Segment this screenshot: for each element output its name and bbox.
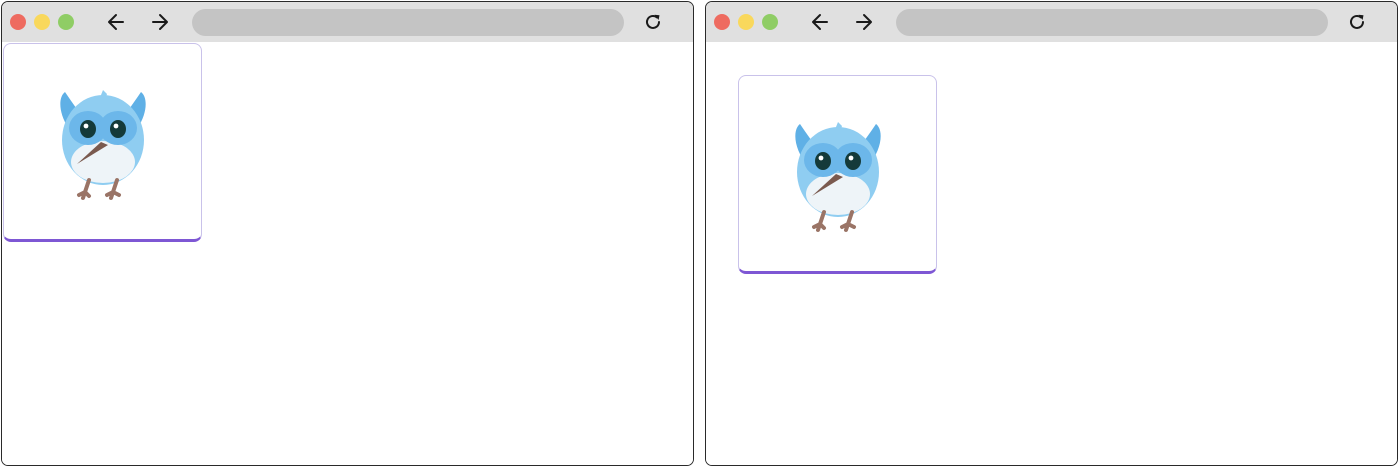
zoom-window-button[interactable] xyxy=(58,14,74,30)
browser-toolbar xyxy=(706,2,1397,42)
arrow-right-icon xyxy=(856,14,872,30)
close-window-button[interactable] xyxy=(714,14,730,30)
bird-mascot-image xyxy=(794,121,881,232)
reload-icon xyxy=(646,14,660,29)
bird-mascot-image xyxy=(59,89,146,200)
image-card[interactable] xyxy=(738,75,937,274)
reload-icon xyxy=(1350,14,1364,29)
forward-button[interactable] xyxy=(148,10,172,34)
reload-button[interactable] xyxy=(641,10,665,34)
back-button[interactable] xyxy=(104,10,128,34)
image-card[interactable] xyxy=(3,43,202,242)
browser-window-right xyxy=(705,1,1398,466)
minimize-window-button[interactable] xyxy=(738,14,754,30)
arrow-left-icon xyxy=(108,14,124,30)
reload-button[interactable] xyxy=(1345,10,1369,34)
address-bar[interactable] xyxy=(192,9,624,36)
screenshot-stage xyxy=(0,0,1400,468)
browser-toolbar xyxy=(2,2,693,42)
arrow-left-icon xyxy=(812,14,828,30)
back-button[interactable] xyxy=(808,10,832,34)
address-bar[interactable] xyxy=(896,9,1328,36)
zoom-window-button[interactable] xyxy=(762,14,778,30)
browser-window-left xyxy=(1,1,694,466)
minimize-window-button[interactable] xyxy=(34,14,50,30)
page-viewport xyxy=(2,42,693,465)
arrow-right-icon xyxy=(152,14,168,30)
close-window-button[interactable] xyxy=(10,14,26,30)
page-viewport xyxy=(706,42,1397,465)
forward-button[interactable] xyxy=(852,10,876,34)
